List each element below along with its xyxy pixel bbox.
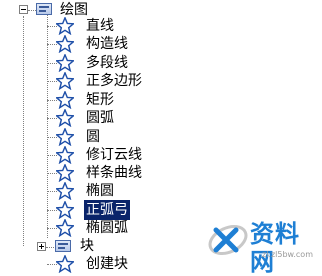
star-icon (56, 128, 74, 146)
tree-item[interactable]: 修订云线 (0, 145, 322, 165)
tree-item-label: 正多边形 (86, 73, 142, 89)
watermark-text: 资料网 (250, 220, 300, 276)
tree-item-label: 椭圆 (86, 183, 114, 199)
tree-line (28, 10, 36, 11)
tree-item-label: 创建块 (86, 256, 128, 272)
star-icon (56, 255, 74, 273)
star-icon (56, 35, 74, 53)
tree-line (46, 247, 54, 248)
watermark-logo-icon (208, 224, 248, 256)
folder-icon (36, 3, 52, 15)
tree-item-label: 圆弧 (86, 110, 114, 126)
star-icon (56, 72, 74, 90)
tree-item-label: 样条曲线 (86, 165, 142, 181)
star-icon (56, 219, 74, 237)
tree-item[interactable]: 矩形 (0, 90, 322, 110)
watermark: 资料网 zl.zl5bw.com (206, 212, 322, 276)
tree-item[interactable]: 多段线 (0, 53, 322, 73)
tree-item-label: 正弧弓 (84, 200, 130, 220)
tree-item-label: 矩形 (86, 92, 114, 108)
tree-item-label: 构造线 (86, 36, 128, 52)
tree-item[interactable]: 构造线 (0, 34, 322, 54)
star-icon (56, 91, 74, 109)
tree-item-label: 修订云线 (86, 147, 142, 163)
tree-node-label: 块 (80, 238, 94, 254)
star-icon (56, 164, 74, 182)
tree-item[interactable]: 直线 (0, 16, 322, 36)
star-icon (56, 201, 74, 219)
tree-item-label: 圆 (86, 129, 100, 145)
tree-item-label: 多段线 (86, 55, 128, 71)
star-icon (56, 109, 74, 127)
star-icon (56, 146, 74, 164)
tree-item-label: 直线 (86, 18, 114, 34)
tree-item[interactable]: 样条曲线 (0, 163, 322, 183)
tree-item[interactable]: 圆弧 (0, 108, 322, 128)
tree-item-label: 椭圆弧 (86, 220, 128, 236)
watermark-url: zl.zl5bw.com (262, 250, 313, 259)
collapse-icon[interactable] (19, 5, 28, 14)
star-icon (56, 17, 74, 35)
star-icon (56, 182, 74, 200)
star-icon (56, 54, 74, 72)
expand-icon[interactable] (37, 242, 46, 251)
folder-icon (55, 240, 71, 252)
tree-item[interactable]: 圆 (0, 127, 322, 147)
tree-item[interactable]: 椭圆 (0, 181, 322, 201)
tree-item[interactable]: 正多边形 (0, 71, 322, 91)
